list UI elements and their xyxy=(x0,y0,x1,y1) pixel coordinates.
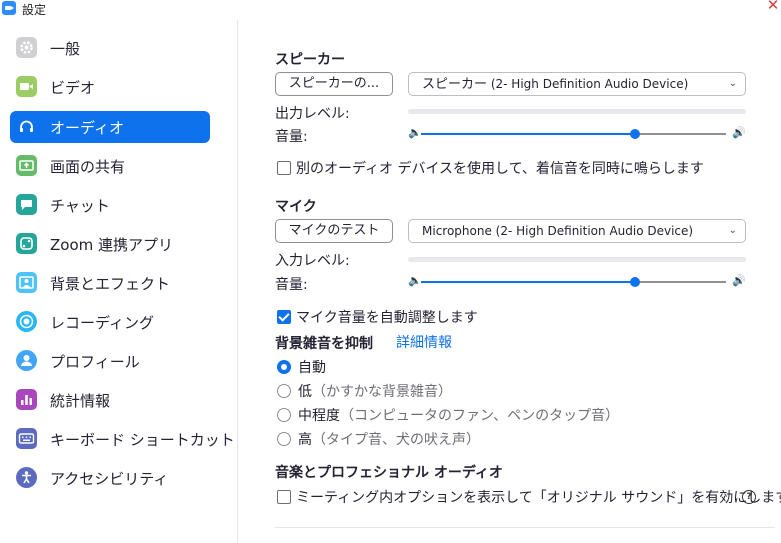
noise-radio-auto[interactable] xyxy=(277,360,291,374)
sidebar-item-label: 統計情報 xyxy=(50,392,111,410)
music-section-title: 音楽とプロフェショナル オーディオ xyxy=(275,465,503,481)
noise-option-label: 低 xyxy=(298,384,312,400)
profile-icon xyxy=(16,350,37,371)
chat-icon xyxy=(16,194,37,215)
sidebar-item-recording[interactable]: レコーディング xyxy=(10,306,210,338)
sidebar-item-label: 背景とエフェクト xyxy=(50,275,171,293)
input-level-label: 入力レベル: xyxy=(275,253,350,269)
help-icon[interactable]: ? xyxy=(742,490,756,504)
gear-icon xyxy=(16,37,37,58)
sidebar-item-zoom-apps[interactable]: Zoom 連携アプリ xyxy=(10,228,210,260)
ring-simultaneous-label: 別のオーディオ デバイスを使用して、着信音を同時に鳴らします xyxy=(296,161,704,177)
mic-section-title: マイク xyxy=(275,199,317,215)
headphones-icon xyxy=(16,116,37,137)
auto-adjust-checkbox[interactable] xyxy=(277,310,291,324)
accessibility-icon xyxy=(16,467,37,488)
sidebar-item-profile[interactable]: プロフィール xyxy=(10,345,210,377)
speaker-section-title: スピーカー xyxy=(275,52,345,68)
sidebar-item-label: チャット xyxy=(50,197,110,215)
window-title: 設定 xyxy=(22,3,47,17)
chevron-down-icon: ⌄ xyxy=(728,225,737,236)
sidebar-item-label: ビデオ xyxy=(50,79,96,97)
sidebar-item-general[interactable]: 一般 xyxy=(10,32,210,64)
speaker-device-name: (2- High Definition Audio Device) xyxy=(490,77,689,91)
volume-high-icon: 🔊 xyxy=(732,126,746,139)
noise-option-hint: （かすかな背景雑音） xyxy=(312,384,452,400)
sidebar-item-chat[interactable]: チャット xyxy=(10,189,210,221)
speaker-volume-fill xyxy=(421,133,635,135)
sidebar-item-statistics[interactable]: 統計情報 xyxy=(10,384,210,416)
test-speaker-button[interactable]: スピーカーの... xyxy=(275,72,393,96)
speaker-volume-label: 音量: xyxy=(275,129,308,145)
sidebar-item-share-screen[interactable]: 画面の共有 xyxy=(10,150,210,182)
record-icon xyxy=(16,311,37,332)
auto-adjust-label: マイク音量を自動調整します xyxy=(296,310,478,326)
chevron-down-icon: ⌄ xyxy=(728,78,737,89)
sidebar-item-accessibility[interactable]: アクセシビリティ xyxy=(10,462,210,494)
noise-radio-low[interactable] xyxy=(277,384,291,398)
noise-option-label: 自動 xyxy=(298,360,326,376)
noise-section-title: 背景雑音を抑制 xyxy=(275,336,373,352)
noise-option-label: 高 xyxy=(298,432,312,448)
noise-radio-medium[interactable] xyxy=(277,408,291,422)
close-icon[interactable]: ✕ xyxy=(765,0,781,14)
video-icon xyxy=(16,76,37,97)
title-bar: 設定 ✕ xyxy=(0,0,781,20)
sidebar-item-label: キーボード ショートカット xyxy=(50,431,235,449)
output-level-label: 出力レベル: xyxy=(275,106,350,122)
sidebar-item-label: 画面の共有 xyxy=(50,158,126,176)
volume-low-icon: 🔈 xyxy=(408,274,422,287)
audio-settings-panel: スピーカー スピーカーの... スピーカー (2- High Definitio… xyxy=(238,20,781,543)
sidebar-item-label: Zoom 連携アプリ xyxy=(50,236,174,254)
speaker-device-select[interactable]: スピーカー (2- High Definition Audio Device) … xyxy=(408,72,746,96)
test-mic-button[interactable]: マイクのテスト xyxy=(275,219,393,243)
original-sound-label: ミーティング内オプションを表示して「オリジナル サウンド」を有効にします xyxy=(296,490,781,506)
sidebar-item-audio[interactable]: オーディオ xyxy=(10,111,210,143)
mic-device-select[interactable]: Microphone (2- High Definition Audio Dev… xyxy=(408,219,746,243)
noise-option-hint: （コンピュータのファン、ペンのタップ音） xyxy=(340,408,620,424)
background-icon xyxy=(16,272,37,293)
sidebar: 一般 ビデオ オーディオ 画面の共有 チャット Zoom 連携アプリ 背景とエフ… xyxy=(0,20,238,543)
sidebar-item-label: オーディオ xyxy=(50,119,124,137)
apps-icon xyxy=(16,233,37,254)
noise-option-hint: （タイプ音、犬の吠え声） xyxy=(312,432,480,448)
sidebar-item-background[interactable]: 背景とエフェクト xyxy=(10,267,210,299)
keyboard-icon xyxy=(16,428,37,449)
sidebar-item-label: レコーディング xyxy=(50,314,154,332)
output-level-meter xyxy=(408,109,746,114)
sidebar-item-label: プロフィール xyxy=(50,353,140,371)
volume-high-icon: 🔊 xyxy=(732,274,746,287)
learn-more-link[interactable]: 詳細情報 xyxy=(396,332,452,352)
stats-icon xyxy=(16,389,37,410)
ring-simultaneous-checkbox[interactable] xyxy=(277,161,291,175)
sidebar-item-video[interactable]: ビデオ xyxy=(10,71,210,103)
speaker-device-prefix: スピーカー xyxy=(422,77,488,92)
input-level-meter xyxy=(408,257,746,262)
mic-volume-slider[interactable] xyxy=(630,277,640,287)
mic-volume-fill xyxy=(421,281,635,283)
mic-device-name: Microphone (2- High Definition Audio Dev… xyxy=(422,224,694,238)
sidebar-item-label: アクセシビリティ xyxy=(50,470,169,488)
zoom-app-icon xyxy=(2,1,16,15)
sidebar-item-label: 一般 xyxy=(50,40,81,58)
speaker-volume-slider[interactable] xyxy=(630,129,640,139)
noise-radio-high[interactable] xyxy=(277,432,291,446)
original-sound-checkbox[interactable] xyxy=(277,490,291,504)
divider xyxy=(275,527,775,528)
mic-volume-label: 音量: xyxy=(275,277,308,293)
volume-low-icon: 🔈 xyxy=(408,126,422,139)
noise-option-label: 中程度 xyxy=(298,408,340,424)
share-screen-icon xyxy=(16,155,37,176)
sidebar-item-keyboard-shortcuts[interactable]: キーボード ショートカット xyxy=(10,423,235,455)
